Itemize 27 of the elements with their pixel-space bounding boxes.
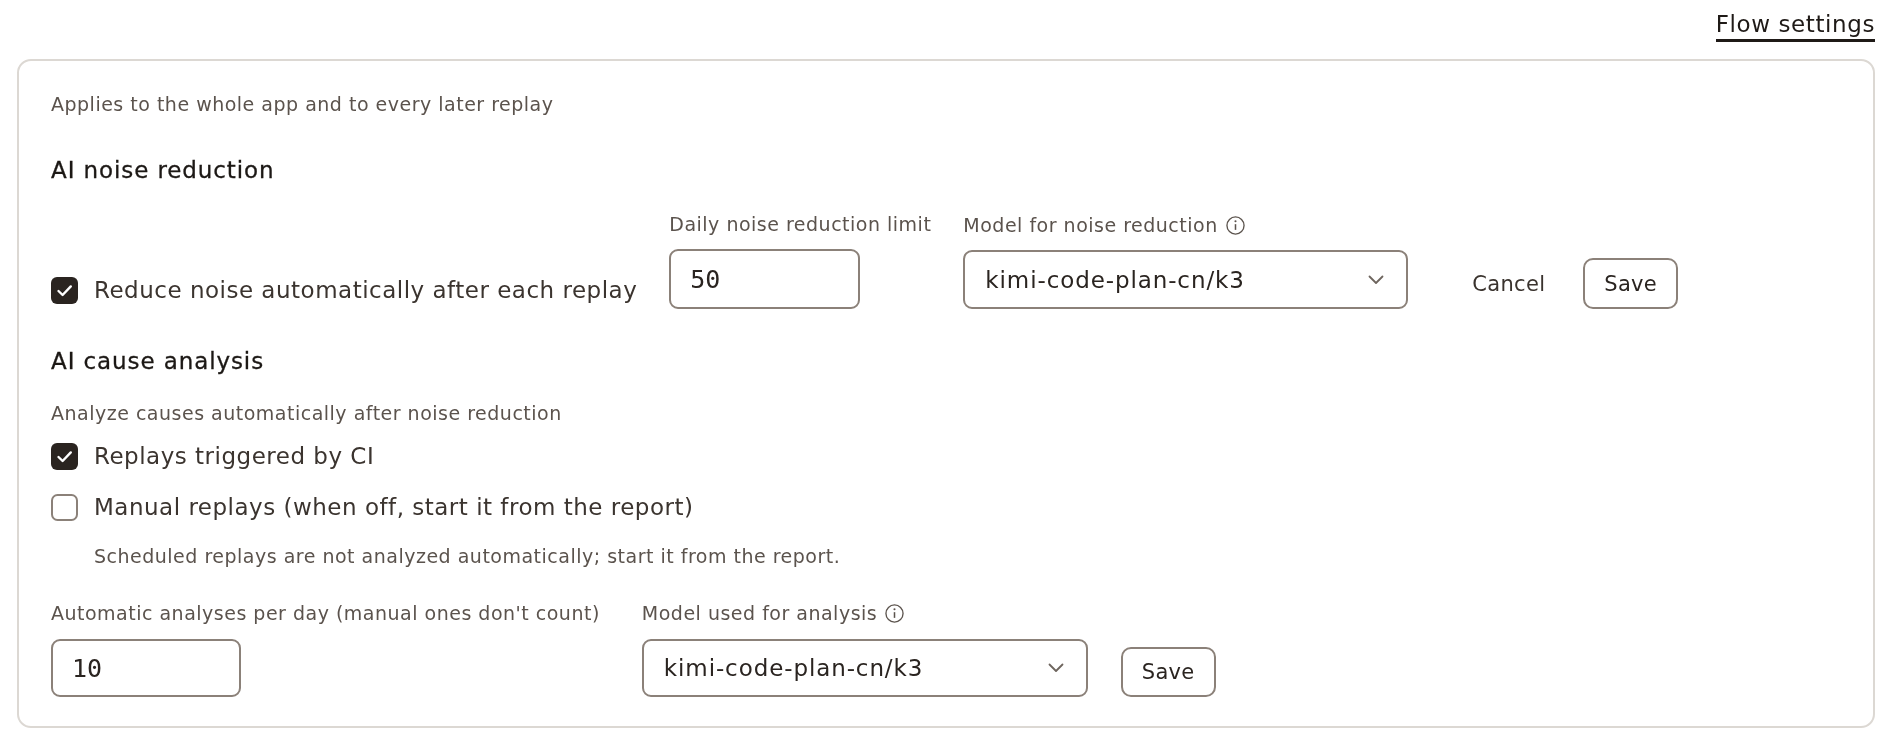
save-button[interactable]: Save [1120,647,1216,697]
info-icon[interactable] [885,603,905,623]
checkbox-label[interactable]: Reduce noise automatically after each replay [94,275,638,305]
field-label: Automatic analyses per day (manual ones don't count) [51,601,600,625]
checkbox[interactable] [51,493,78,521]
checkbox-label[interactable]: Replays triggered by CI [94,441,375,471]
field-label: Model used for analysis [641,601,878,625]
chevron-down-icon [1368,274,1385,285]
model-select[interactable]: kimi-code-plan-cn/k3 [963,250,1409,309]
checkbox-label[interactable]: Manual replays (when off, start it from the report) [94,492,694,522]
note-text: Scheduled replays are not analyzed automatically; start it from the report. [94,544,841,568]
model-select[interactable]: kimi-code-plan-cn/k3 [641,639,1088,697]
section-subtitle: Analyze causes automatically after noise reduction [51,401,562,425]
checkbox[interactable] [51,442,78,470]
section-title: AI cause analysis [51,347,264,376]
limit-input[interactable]: 10 [51,639,241,697]
info-icon[interactable] [1225,215,1245,235]
section-title: AI noise reduction [51,156,275,185]
limit-input[interactable]: 50 [669,249,861,309]
field-label: Model for noise reduction [963,213,1218,237]
cancel-button[interactable]: Cancel [1460,258,1558,309]
description-text: Applies to the whole app and to every later replay [51,92,554,116]
tab[interactable]: Flow settings [1715,10,1875,42]
chevron-down-icon [1047,663,1064,673]
save-button[interactable]: Save [1583,258,1679,309]
checkbox[interactable] [51,276,78,304]
field-label: Daily noise reduction limit [669,212,932,236]
